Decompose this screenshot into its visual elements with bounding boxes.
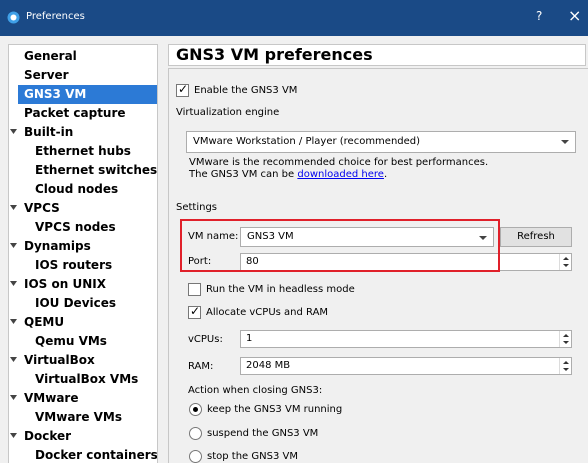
virtualization-engine-value: VMware Workstation / Player (recommended… <box>193 136 421 147</box>
sidebar-item-vpcs[interactable]: VPCS <box>24 199 60 218</box>
download-link[interactable]: downloaded here <box>297 169 384 180</box>
suspend-radio[interactable] <box>189 427 202 440</box>
expand-arrow-icon[interactable] <box>10 432 17 439</box>
spin-arrows-icon[interactable] <box>559 358 571 374</box>
sidebar-item-vmware[interactable]: VMware <box>24 389 78 408</box>
spin-arrows-icon[interactable] <box>559 331 571 347</box>
keep-running-label: keep the GNS3 VM running <box>207 404 343 415</box>
sidebar-item-ethernet-switches[interactable]: Ethernet switches <box>35 161 157 180</box>
sidebar-item-server[interactable]: Server <box>24 66 69 85</box>
stop-radio[interactable] <box>189 450 202 463</box>
virtualization-engine-label: Virtualization engine <box>176 107 280 118</box>
spin-arrows-icon[interactable] <box>559 254 571 270</box>
sidebar-item-packet-capture[interactable]: Packet capture <box>24 104 126 123</box>
sidebar-item-cloud-nodes[interactable]: Cloud nodes <box>35 180 118 199</box>
sidebar-item-general[interactable]: General <box>24 47 77 66</box>
close-button[interactable]: × <box>568 6 581 25</box>
vcpus-value: 1 <box>246 333 253 344</box>
sidebar-item-ios-on-unix[interactable]: IOS on UNIX <box>24 275 106 294</box>
sidebar-item-ethernet-hubs[interactable]: Ethernet hubs <box>35 142 131 161</box>
preferences-sidebar: General Server GNS3 VM Packet capture Bu… <box>8 44 158 463</box>
ram-spinbox[interactable]: 2048 MB <box>240 357 572 375</box>
expand-arrow-icon[interactable] <box>10 394 17 401</box>
closing-action-label: Action when closing GNS3: <box>188 385 323 396</box>
refresh-button[interactable]: Refresh <box>500 227 572 247</box>
virtualization-engine-select[interactable]: VMware Workstation / Player (recommended… <box>186 131 576 153</box>
sidebar-item-docker-containers[interactable]: Docker containers <box>35 446 157 463</box>
enable-gns3-vm-checkbox[interactable] <box>176 82 189 97</box>
sidebar-item-vmware-vms[interactable]: VMware VMs <box>35 408 122 427</box>
help-button[interactable]: ? <box>536 9 542 23</box>
engine-note-2: The GNS3 VM can be downloaded here. <box>189 169 387 180</box>
expand-arrow-icon[interactable] <box>10 242 17 249</box>
expand-arrow-icon[interactable] <box>10 318 17 325</box>
sidebar-item-vpcs-nodes[interactable]: VPCS nodes <box>35 218 116 237</box>
ram-label: RAM: <box>188 361 214 372</box>
sidebar-item-gns3-vm[interactable]: GNS3 VM <box>18 85 157 104</box>
sidebar-item-ios-routers[interactable]: IOS routers <box>35 256 112 275</box>
sidebar-item-qemu-vms[interactable]: Qemu VMs <box>35 332 107 351</box>
sidebar-item-qemu[interactable]: QEMU <box>24 313 64 332</box>
suspend-label: suspend the GNS3 VM <box>207 428 319 439</box>
page-title: GNS3 VM preferences <box>168 44 586 66</box>
headless-mode-label: Run the VM in headless mode <box>206 284 355 295</box>
settings-label: Settings <box>176 202 218 213</box>
chevron-down-icon <box>561 140 569 144</box>
enable-gns3-vm-label: Enable the GNS3 VM <box>194 85 298 96</box>
stop-label: stop the GNS3 VM <box>207 451 298 462</box>
sidebar-item-iou-devices[interactable]: IOU Devices <box>35 294 116 313</box>
expand-arrow-icon[interactable] <box>10 128 17 135</box>
allocate-resources-label: Allocate vCPUs and RAM <box>206 307 329 318</box>
sidebar-item-dynamips[interactable]: Dynamips <box>24 237 91 256</box>
headless-mode-checkbox[interactable] <box>188 283 201 296</box>
sidebar-item-virtualbox[interactable]: VirtualBox <box>24 351 95 370</box>
vcpus-spinbox[interactable]: 1 <box>240 330 572 348</box>
gns3-logo-icon <box>7 11 20 24</box>
engine-note-2-suffix: . <box>383 169 388 180</box>
vm-name-port-highlight <box>180 219 500 272</box>
engine-note-2-prefix: The GNS3 VM can be <box>189 169 298 180</box>
expand-arrow-icon[interactable] <box>10 280 17 287</box>
allocate-resources-checkbox[interactable] <box>188 304 201 319</box>
expand-arrow-icon[interactable] <box>10 204 17 211</box>
title-bar: Preferences ? × <box>0 0 588 36</box>
sidebar-item-built-in[interactable]: Built-in <box>24 123 73 142</box>
keep-running-radio[interactable] <box>189 403 202 416</box>
ram-value: 2048 MB <box>246 360 291 371</box>
engine-note-1: VMware is the recommended choice for bes… <box>189 157 489 168</box>
vcpus-label: vCPUs: <box>188 334 223 345</box>
sidebar-item-docker[interactable]: Docker <box>24 427 71 446</box>
sidebar-item-virtualbox-vms[interactable]: VirtualBox VMs <box>35 370 138 389</box>
window-title: Preferences <box>26 11 85 22</box>
expand-arrow-icon[interactable] <box>10 356 17 363</box>
